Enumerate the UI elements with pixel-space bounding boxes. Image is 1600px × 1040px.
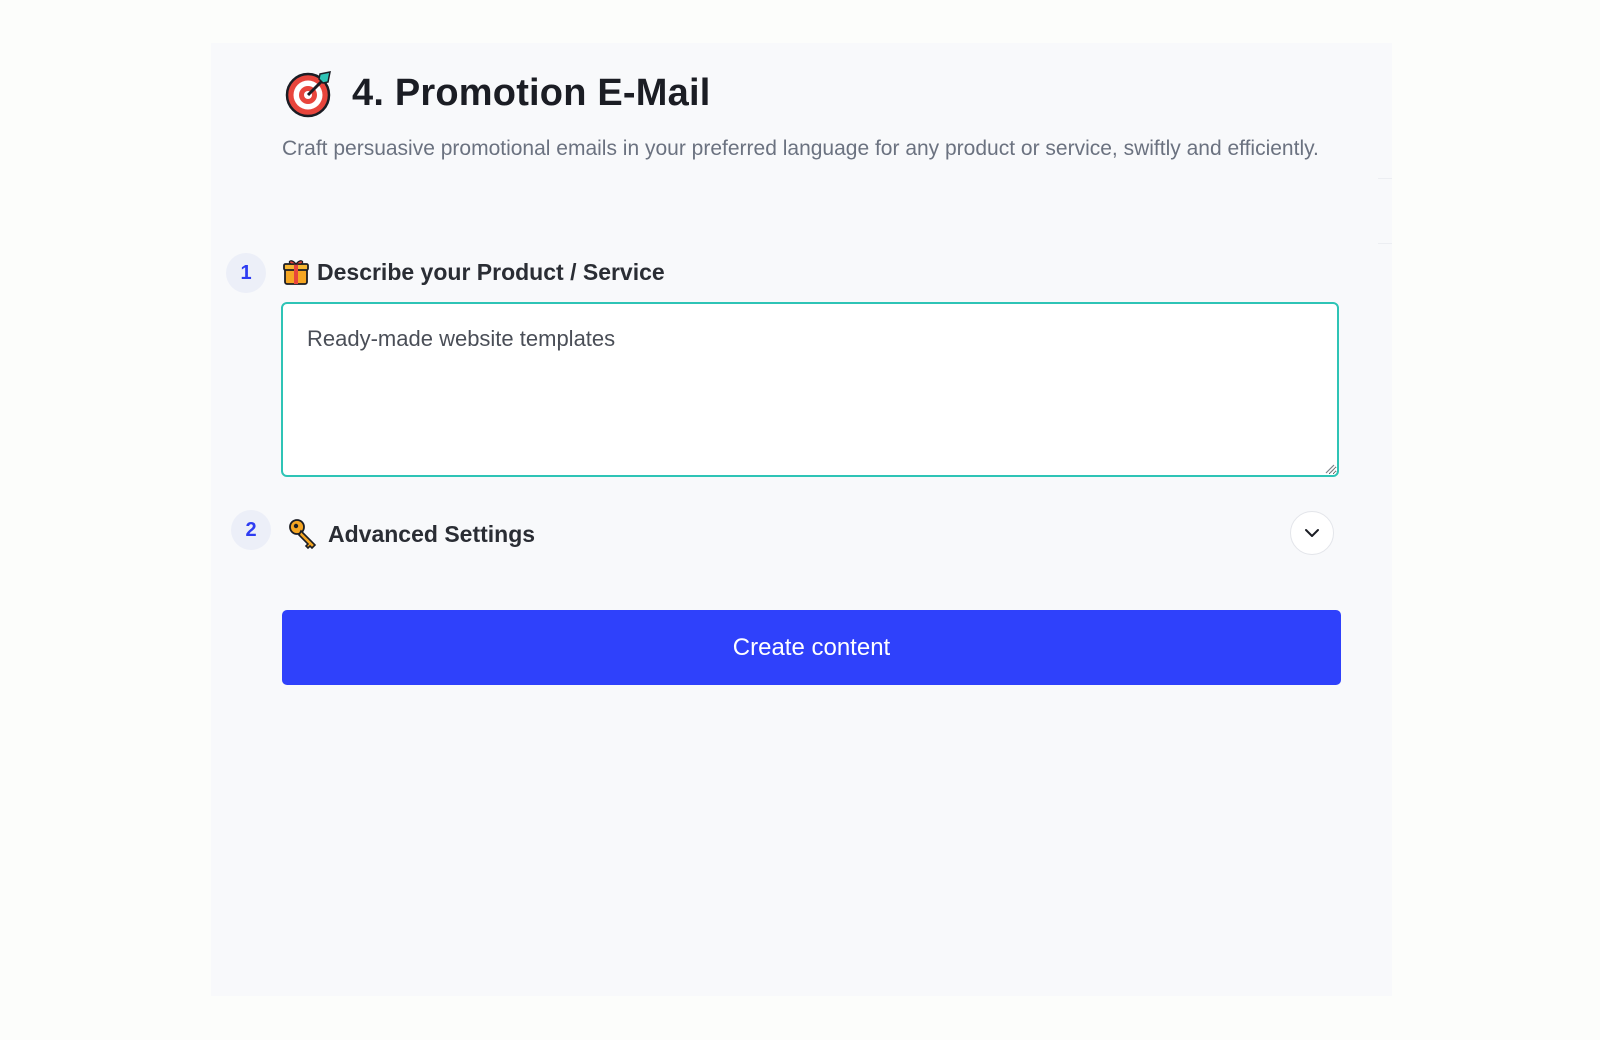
target-icon [284,68,334,118]
resize-handle-icon[interactable] [1325,464,1335,474]
advanced-settings-title: Advanced Settings [328,520,536,547]
page-description: Craft persuasive promotional emails in y… [282,137,1319,160]
page-title: 4. Promotion E-Mail [352,71,711,114]
side-panel-edge [1378,43,1392,996]
side-divider [1378,243,1392,244]
create-content-button[interactable]: Create content [282,610,1341,685]
key-icon [289,519,317,550]
gift-icon [283,260,309,285]
step-badge-1: 1 [226,253,266,293]
advanced-settings-toggle[interactable]: Advanced Settings [288,518,535,550]
product-section-label: Describe your Product / Service [283,258,665,286]
advanced-settings-expand-button[interactable] [1290,511,1334,555]
step-badge-2: 2 [231,510,271,550]
side-divider [1378,178,1392,179]
chevron-down-icon [1305,529,1319,537]
product-section-title: Describe your Product / Service [317,258,665,285]
page-header: 4. Promotion E-Mail [284,68,711,118]
product-description-input[interactable] [281,302,1339,477]
